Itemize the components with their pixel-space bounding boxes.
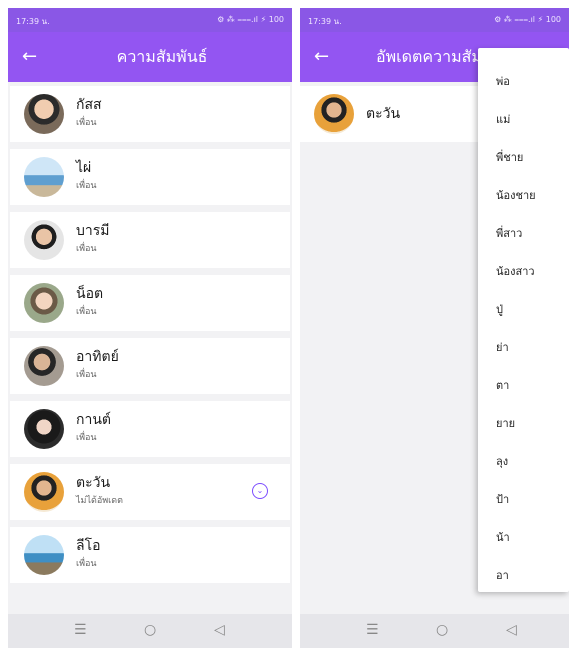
app-bar: ← ความสัมพันธ์ — [8, 32, 292, 82]
status-bar: 17:39 น. ⚙ ⁂ ⩶.ıl ⚡ 100 — [300, 8, 569, 32]
back-button[interactable]: ◁ — [214, 622, 225, 638]
avatar — [24, 283, 64, 323]
home-button[interactable]: ○ — [144, 622, 156, 638]
contact-row[interactable]: กานต์ เพื่อน — [10, 401, 290, 457]
home-button[interactable]: ○ — [436, 622, 448, 638]
avatar — [24, 157, 64, 197]
avatar — [24, 220, 64, 260]
contact-row[interactable]: ไผ่ เพื่อน — [10, 149, 290, 205]
back-arrow-icon[interactable]: ← — [314, 45, 329, 69]
relationships-screen: 17:39 น. ⚙ ⁂ ⩶.ıl ⚡ 100 ← ความสัมพันธ์ ก… — [8, 8, 292, 648]
avatar — [24, 472, 64, 512]
contact-name: อาทิตย์ — [76, 349, 119, 365]
contact-name: ไผ่ — [76, 160, 92, 176]
contact-row[interactable]: ลีโอ เพื่อน — [10, 527, 290, 583]
system-nav-bar: ☰ ○ ◁ — [300, 614, 569, 648]
relationship-dropdown-menu: พ่อ แม่ พี่ชาย น้องชาย พี่สาว น้องสาว ปู… — [478, 48, 569, 592]
contact-relation: เพื่อน — [76, 370, 97, 380]
contact-relation: เพื่อน — [76, 307, 97, 317]
menu-item-maternal-grandfather[interactable]: ตา — [496, 378, 509, 394]
menu-item-maternal-younger-sibling[interactable]: น้า — [496, 530, 510, 546]
contact-relation: เพื่อน — [76, 433, 97, 443]
contact-row[interactable]: บารมี เพื่อน — [10, 212, 290, 268]
contact-row[interactable]: กัสส เพื่อน — [10, 86, 290, 142]
contact-relation: เพื่อน — [76, 181, 97, 191]
menu-item-paternal-grandmother[interactable]: ย่า — [496, 340, 509, 356]
chevron-down-circle-icon[interactable]: ⌄ — [252, 483, 268, 499]
contact-row[interactable]: ตะวัน ไม่ได้อัพเดต ⌄ — [10, 464, 290, 520]
contact-relation: ไม่ได้อัพเดต — [76, 496, 123, 506]
avatar — [24, 535, 64, 575]
menu-item-father[interactable]: พ่อ — [496, 74, 510, 90]
contact-name: น็อต — [76, 286, 104, 302]
menu-item-older-sister[interactable]: พี่สาว — [496, 226, 522, 242]
menu-item-younger-brother[interactable]: น้องชาย — [496, 188, 536, 204]
avatar — [314, 94, 354, 134]
contact-relation: เพื่อน — [76, 559, 97, 569]
menu-item-paternal-grandfather[interactable]: ปู่ — [496, 302, 503, 318]
status-time: 17:39 น. — [16, 17, 50, 26]
contact-relation: เพื่อน — [76, 244, 97, 254]
back-button[interactable]: ◁ — [506, 622, 517, 638]
menu-item-uncle[interactable]: ลุง — [496, 454, 508, 470]
avatar — [24, 94, 64, 134]
contact-row[interactable]: น็อต เพื่อน — [10, 275, 290, 331]
contact-name: กัสส — [76, 97, 102, 113]
avatar — [24, 409, 64, 449]
page-title: ความสัมพันธ์ — [116, 47, 208, 66]
recents-button[interactable]: ☰ — [74, 622, 87, 638]
status-icons: ⚙ ⁂ ⩶.ıl ⚡ 100 — [217, 15, 284, 24]
contact-name: บารมี — [76, 223, 110, 239]
avatar — [24, 346, 64, 386]
menu-item-mother[interactable]: แม่ — [496, 112, 510, 128]
menu-item-aunt[interactable]: ป้า — [496, 492, 509, 508]
status-icons: ⚙ ⁂ ⩶.ıl ⚡ 100 — [494, 15, 561, 24]
contact-row[interactable]: อาทิตย์ เพื่อน — [10, 338, 290, 394]
contact-name: ตะวัน — [366, 106, 401, 122]
page-title: อัพเดตความสัมพ — [376, 47, 493, 66]
menu-item-younger-sister[interactable]: น้องสาว — [496, 264, 535, 280]
contact-name: กานต์ — [76, 412, 111, 428]
contact-name: ตะวัน — [76, 475, 111, 491]
menu-item-older-brother[interactable]: พี่ชาย — [496, 150, 523, 166]
system-nav-bar: ☰ ○ ◁ — [8, 614, 292, 648]
recents-button[interactable]: ☰ — [366, 622, 379, 638]
menu-item-paternal-younger-sibling[interactable]: อา — [496, 568, 509, 584]
menu-item-maternal-grandmother[interactable]: ยาย — [496, 416, 515, 432]
contact-name: ลีโอ — [76, 538, 101, 554]
status-bar: 17:39 น. ⚙ ⁂ ⩶.ıl ⚡ 100 — [8, 8, 292, 32]
update-relationship-screen: 17:39 น. ⚙ ⁂ ⩶.ıl ⚡ 100 ← อัพเดตความสัมพ… — [300, 8, 569, 648]
contact-relation: เพื่อน — [76, 118, 97, 128]
status-time: 17:39 น. — [308, 17, 342, 26]
